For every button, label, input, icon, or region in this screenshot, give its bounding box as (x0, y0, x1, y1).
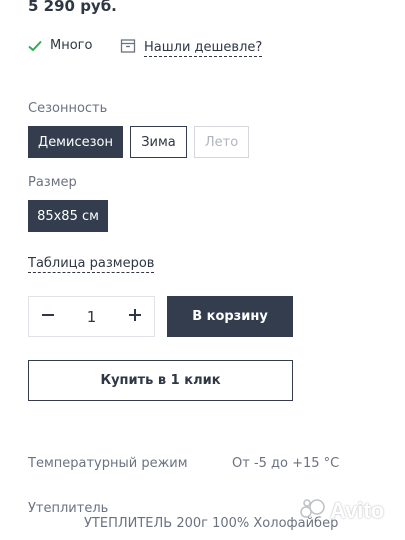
product-price: 5 290 руб. (28, 0, 117, 15)
size-table-link[interactable]: Таблица размеров (28, 256, 155, 273)
minus-icon (41, 307, 55, 326)
seasonality-label: Сезонность (28, 101, 108, 116)
quantity-stepper: 1 (28, 296, 155, 337)
watermark-text: Avito (330, 498, 385, 523)
quantity-decrease-button[interactable] (29, 297, 67, 336)
found-cheaper-link[interactable]: Нашли дешевле? (120, 38, 263, 58)
found-cheaper-label[interactable]: Нашли дешевле? (144, 40, 263, 57)
stock-status: Много (28, 38, 92, 53)
property-value-temperature: От -5 до +15 °C (232, 456, 340, 471)
buy-one-click-button[interactable]: Купить в 1 клик (28, 360, 293, 401)
plus-icon (128, 307, 142, 326)
property-name-insulation: Утеплитель (28, 501, 109, 516)
tag-box-icon (120, 38, 136, 58)
add-to-cart-button[interactable]: В корзину (167, 296, 293, 337)
avito-watermark: Avito (300, 498, 384, 524)
season-option-summer: Лето (194, 126, 249, 158)
avito-logo-icon (300, 498, 326, 524)
quantity-value[interactable]: 1 (67, 308, 116, 326)
size-label: Размер (28, 175, 77, 190)
season-option-demiseason[interactable]: Демисезон (28, 126, 123, 158)
check-icon (28, 40, 42, 52)
size-option-85x85[interactable]: 85x85 см (28, 200, 108, 232)
property-name-temperature: Температурный режим (28, 456, 188, 471)
season-option-winter[interactable]: Зима (130, 126, 187, 158)
quantity-increase-button[interactable] (116, 297, 154, 336)
stock-label: Много (50, 38, 93, 53)
